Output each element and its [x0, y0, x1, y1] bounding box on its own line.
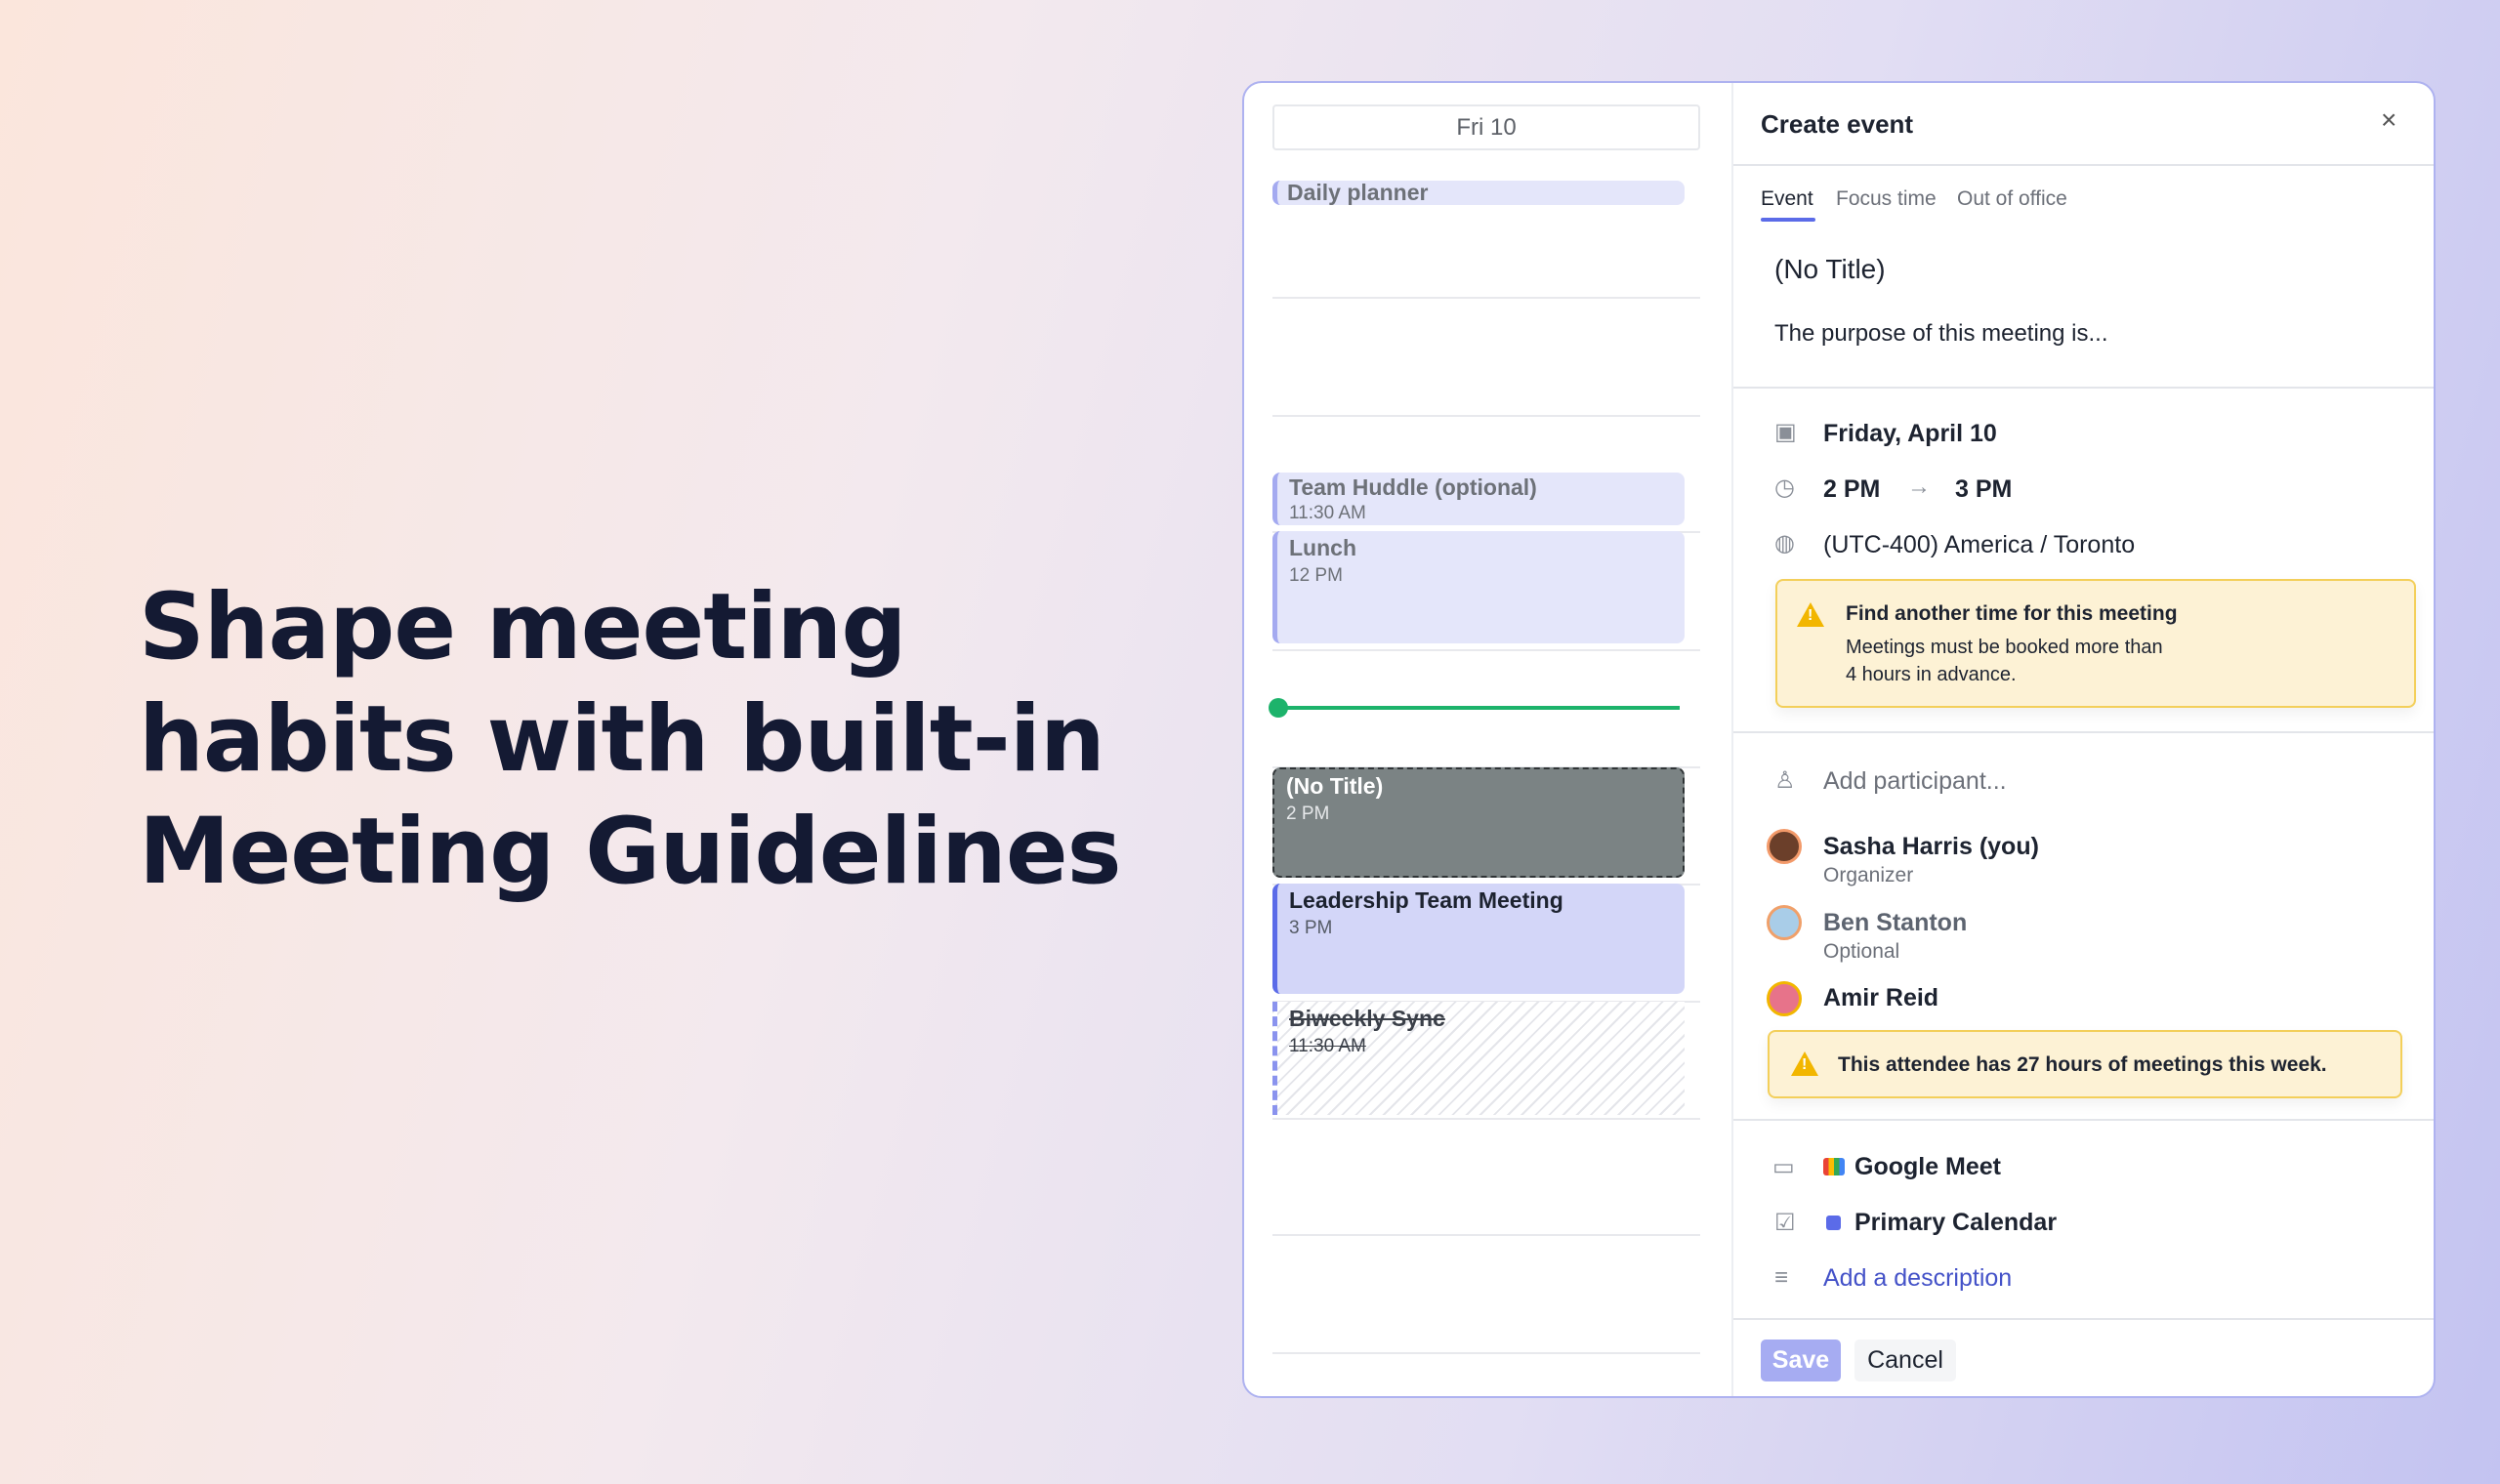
day-header[interactable]: Fri 10	[1272, 104, 1700, 150]
person-icon: ♙	[1774, 767, 1796, 794]
event-time: 2 PM	[1286, 804, 1330, 824]
event-time: 11:30 AM	[1289, 503, 1366, 523]
start-time[interactable]: 2 PM	[1823, 475, 1880, 504]
warning-title: Find another time for this meeting	[1846, 602, 2178, 625]
warning-text: 4 hours in advance.	[1846, 664, 2017, 685]
event-date[interactable]: Friday, April 10	[1823, 420, 1997, 448]
event-title: Lunch	[1289, 535, 1356, 560]
tab-out-of-office[interactable]: Out of office	[1957, 187, 2067, 211]
avatar	[1767, 981, 1802, 1016]
calendar-check-icon: ☑	[1774, 1210, 1796, 1236]
participant-name: Ben Stanton	[1823, 909, 1968, 936]
arrow-right-icon: →	[1907, 474, 1931, 500]
event-time: 11:30 AM	[1289, 1036, 1366, 1056]
divider	[1733, 1318, 2434, 1320]
event-time: 3 PM	[1289, 918, 1333, 938]
hour-line	[1272, 415, 1700, 417]
time-warning-banner: Find another time for this meeting Meeti…	[1775, 579, 2416, 708]
warning-text: Meetings must be booked more than	[1846, 637, 2163, 658]
event-title: Daily planner	[1287, 181, 1429, 205]
participant-name: Sasha Harris (you)	[1823, 833, 2039, 860]
avatar	[1767, 829, 1802, 864]
event-time: 12 PM	[1289, 565, 1343, 586]
hour-line	[1272, 1352, 1700, 1354]
day-column: Fri 10 Daily planner Team Huddle (option…	[1244, 83, 1733, 1396]
calendar-select[interactable]: Primary Calendar	[1854, 1209, 2057, 1237]
event-title: (No Title)	[1286, 773, 1384, 799]
headline-line: habits with built-in	[139, 686, 1105, 793]
globe-icon: ◍	[1774, 530, 1795, 556]
event-title: Leadership Team Meeting	[1289, 887, 1563, 913]
warning-icon	[1791, 1051, 1818, 1076]
event-title: Team Huddle (optional)	[1289, 474, 1537, 500]
add-participant-input[interactable]: Add participant...	[1823, 767, 2007, 796]
headline-line: Meeting Guidelines	[139, 799, 1122, 905]
add-description-link[interactable]: Add a description	[1823, 1264, 2012, 1293]
save-button[interactable]: Save	[1761, 1340, 1841, 1381]
calendar-color-dot	[1826, 1216, 1841, 1230]
create-event-dialog: Create event × Event Focus time Out of o…	[1733, 83, 2434, 1396]
clock-icon: ◷	[1774, 474, 1795, 501]
google-meet-icon	[1823, 1158, 1845, 1175]
divider	[1733, 164, 2434, 166]
close-icon[interactable]: ×	[2381, 104, 2396, 136]
warning-text: This attendee has 27 hours of meetings t…	[1838, 1053, 2327, 1076]
attendee-warning-banner: This attendee has 27 hours of meetings t…	[1768, 1030, 2402, 1098]
participant-name: Amir Reid	[1823, 984, 1939, 1011]
calendar-icon: ▣	[1774, 419, 1797, 445]
current-time-line	[1277, 706, 1680, 710]
hour-line	[1272, 297, 1700, 299]
active-tab-indicator	[1761, 218, 1815, 222]
end-time[interactable]: 3 PM	[1955, 475, 2012, 504]
event-new-no-title[interactable]: (No Title) 2 PM	[1272, 767, 1685, 878]
divider	[1733, 1119, 2434, 1121]
event-title-input[interactable]: (No Title)	[1774, 254, 1886, 285]
hour-line	[1272, 1234, 1700, 1236]
headline-line: Shape meeting	[139, 574, 907, 680]
divider	[1733, 387, 2434, 389]
hour-line	[1272, 649, 1700, 651]
event-biweekly-sync-declined[interactable]: Biweekly Sync 11:30 AM	[1272, 1002, 1685, 1115]
event-daily-planner[interactable]: Daily planner	[1272, 181, 1685, 205]
warning-icon	[1797, 602, 1824, 627]
video-camera-icon: ▭	[1772, 1154, 1795, 1180]
description-icon: ≡	[1774, 1264, 1789, 1291]
event-leadership-team-meeting[interactable]: Leadership Team Meeting 3 PM	[1272, 884, 1685, 994]
calendar-panel: Fri 10 Daily planner Team Huddle (option…	[1242, 81, 2436, 1398]
event-lunch[interactable]: Lunch 12 PM	[1272, 531, 1685, 643]
tab-label: Out of office	[1957, 187, 2067, 210]
dialog-title: Create event	[1761, 109, 1914, 139]
event-team-huddle[interactable]: Team Huddle (optional) 11:30 AM	[1272, 473, 1685, 525]
divider	[1733, 731, 2434, 733]
participant-role: Optional	[1823, 940, 1900, 963]
participant-role: Organizer	[1823, 864, 1914, 886]
current-time-dot	[1269, 698, 1288, 718]
hour-line	[1272, 1118, 1700, 1120]
cancel-button[interactable]: Cancel	[1854, 1340, 1956, 1381]
avatar	[1767, 905, 1802, 940]
timezone[interactable]: (UTC-400) America / Toronto	[1823, 531, 2135, 559]
event-purpose-input[interactable]: The purpose of this meeting is...	[1774, 320, 2108, 348]
event-title: Biweekly Sync	[1289, 1006, 1445, 1031]
tab-event[interactable]: Event	[1761, 187, 1813, 211]
tab-focus-time[interactable]: Focus time	[1836, 187, 1937, 211]
tab-label: Focus time	[1836, 187, 1937, 210]
tab-label: Event	[1761, 187, 1813, 210]
headline: Shape meeting habits with built-in Meeti…	[139, 571, 1122, 908]
conferencing[interactable]: Google Meet	[1854, 1153, 2001, 1181]
